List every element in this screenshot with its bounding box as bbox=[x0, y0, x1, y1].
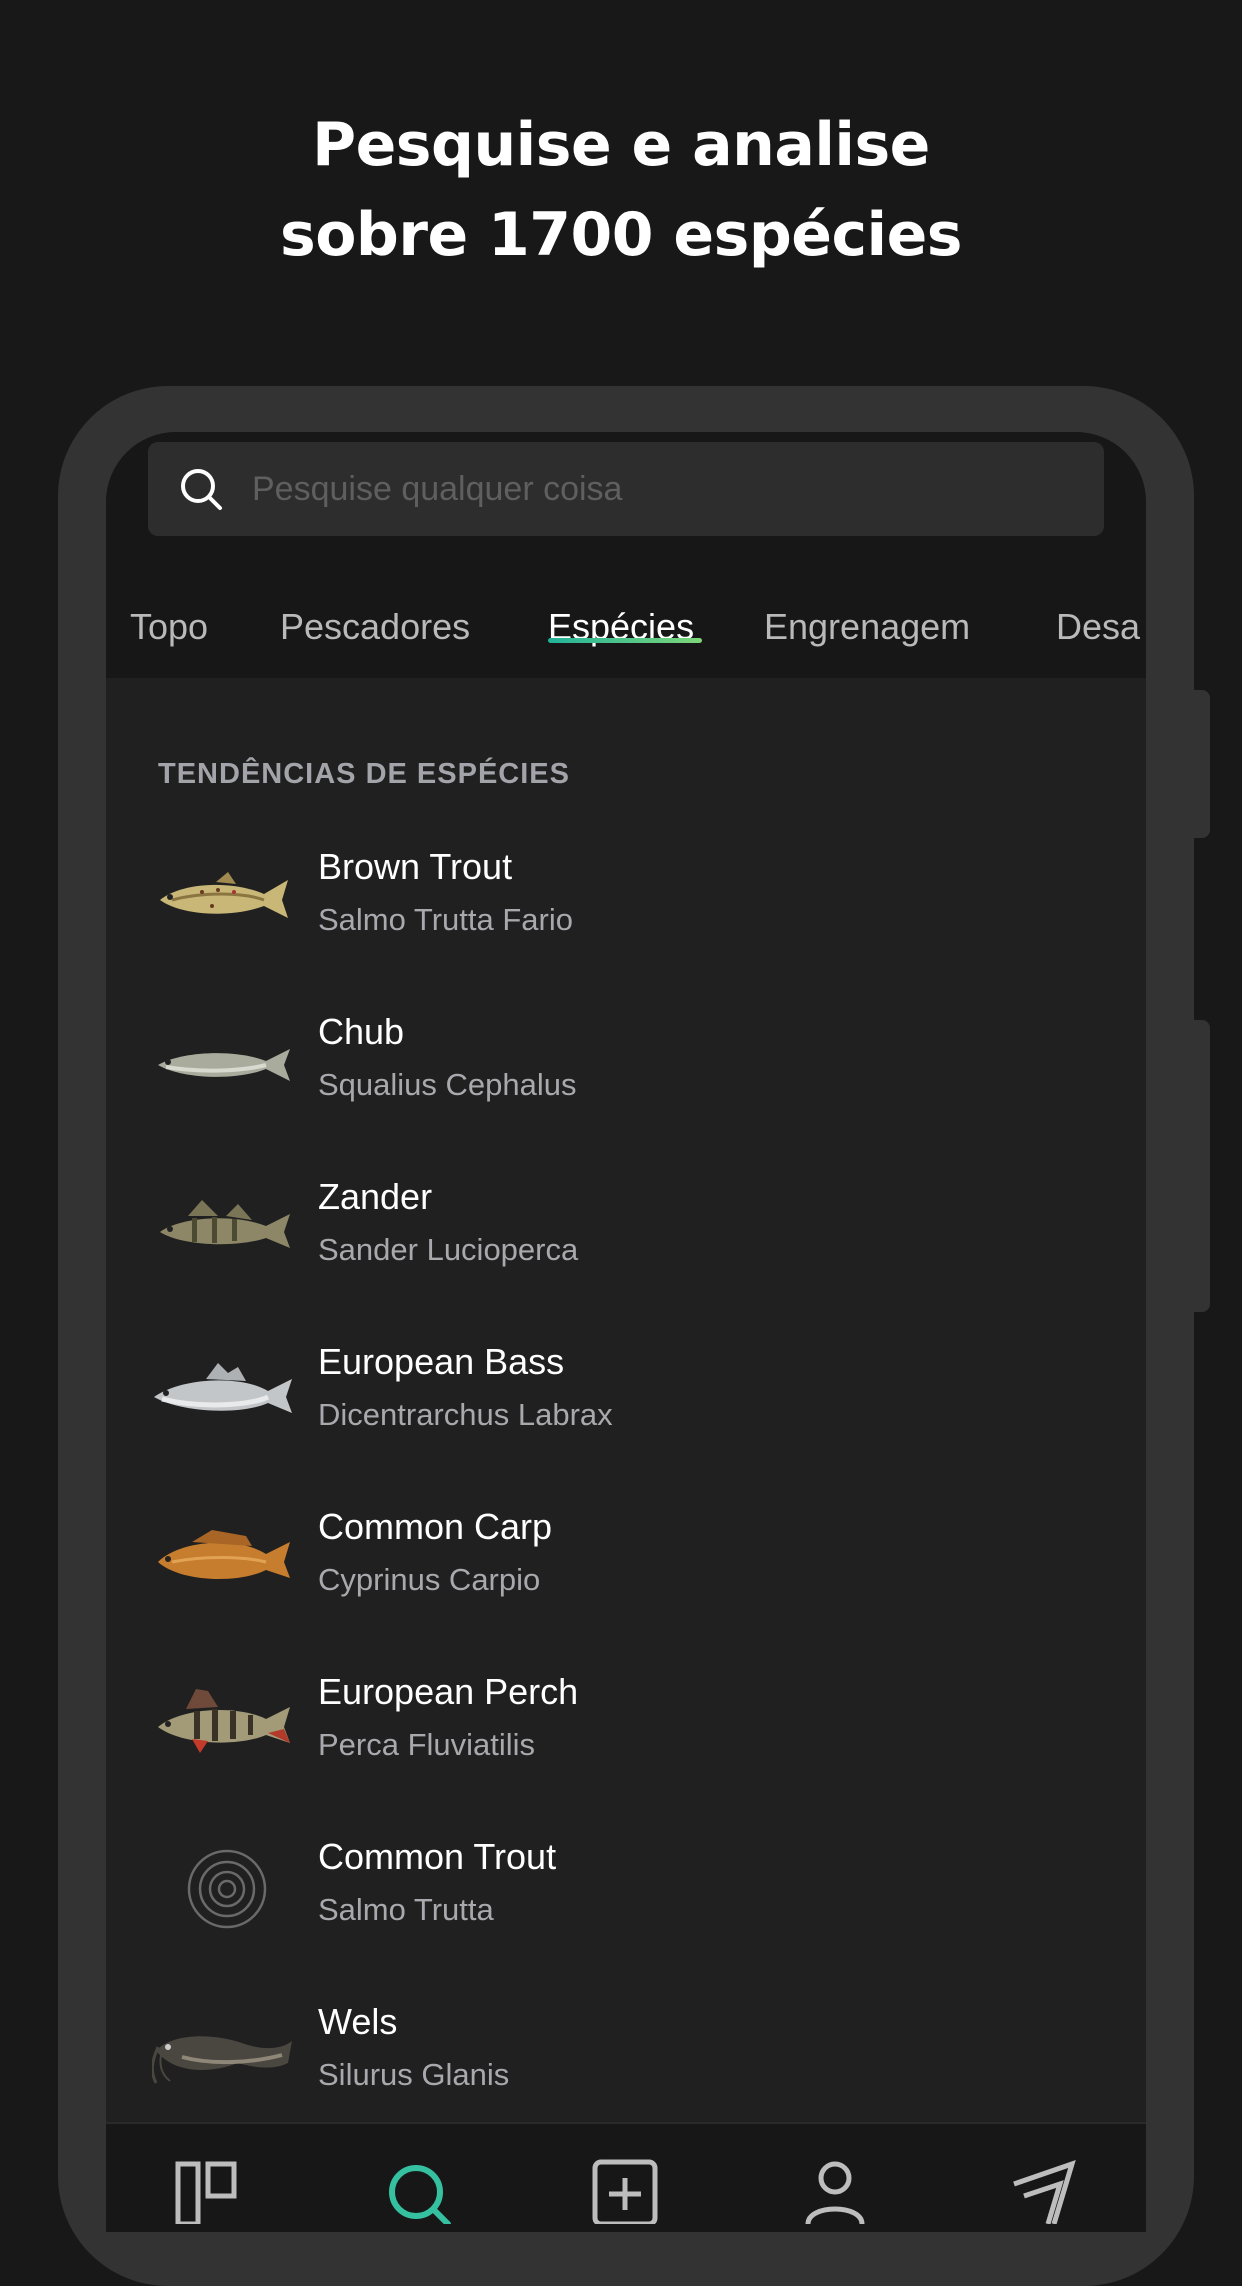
european-bass-image bbox=[154, 1363, 292, 1413]
species-scientific-name: Silurus Glanis bbox=[318, 2057, 510, 2092]
species-name: Chub bbox=[318, 1011, 405, 1052]
tab-topo[interactable]: Topo bbox=[130, 572, 208, 678]
tab-pescadores[interactable]: Pescadores bbox=[280, 572, 470, 678]
headline-line-2: sobre 1700 espécies bbox=[279, 200, 963, 270]
species-list: Brown Trout Salmo Trutta Fario Chub Squa… bbox=[106, 832, 1146, 2152]
species-name: Wels bbox=[318, 2001, 398, 2042]
species-name: European Perch bbox=[318, 1671, 579, 1712]
species-scientific-name: Cyprinus Carpio bbox=[318, 1562, 541, 1597]
species-row[interactable]: Common Trout Salmo Trutta bbox=[106, 1822, 1146, 1987]
species-row[interactable]: Common Carp Cyprinus Carpio bbox=[106, 1492, 1146, 1657]
tab-especies[interactable]: Espécies bbox=[548, 572, 694, 678]
feed-icon[interactable] bbox=[174, 2154, 244, 2224]
chub-image bbox=[158, 1049, 290, 1081]
phone-side-button bbox=[1192, 690, 1210, 838]
species-scientific-name: Salmo Trutta Fario bbox=[318, 902, 573, 937]
placeholder-rings-icon bbox=[187, 1849, 267, 1929]
species-name: European Bass bbox=[318, 1341, 565, 1382]
wels-image bbox=[152, 2036, 292, 2084]
bottom-navigation bbox=[106, 2122, 1146, 2232]
category-tabs: Topo Pescadores Espécies Engrenagem Desa bbox=[106, 572, 1146, 678]
species-row[interactable]: European Perch Perca Fluviatilis bbox=[106, 1657, 1146, 1822]
species-scientific-name: Dicentrarchus Labrax bbox=[318, 1397, 613, 1432]
species-scientific-name: Sander Lucioperca bbox=[318, 1232, 579, 1267]
top-bar: Topo Pescadores Espécies Engrenagem Desa bbox=[106, 432, 1146, 678]
app-screen: Topo Pescadores Espécies Engrenagem Desa… bbox=[106, 432, 1146, 2232]
brown-trout-image bbox=[160, 872, 288, 918]
add-catch-icon[interactable] bbox=[591, 2154, 661, 2224]
species-name: Common Carp bbox=[318, 1506, 553, 1547]
tab-engrenagem[interactable]: Engrenagem bbox=[764, 572, 970, 678]
phone-side-button bbox=[1192, 1020, 1210, 1312]
search-bar[interactable] bbox=[148, 442, 1104, 536]
species-name: Zander bbox=[318, 1176, 433, 1217]
species-row[interactable]: Zander Sander Lucioperca bbox=[106, 1162, 1146, 1327]
species-row[interactable]: European Bass Dicentrarchus Labrax bbox=[106, 1327, 1146, 1492]
tab-desa[interactable]: Desa bbox=[1056, 572, 1140, 678]
map-icon[interactable] bbox=[1010, 2154, 1080, 2224]
active-tab-indicator bbox=[548, 638, 702, 643]
search-input[interactable] bbox=[252, 442, 1072, 536]
headline-line-1: Pesquise e analise bbox=[312, 110, 930, 180]
species-name: Brown Trout bbox=[318, 846, 513, 887]
promo-headline: Pesquise e analise sobre 1700 espécies bbox=[0, 100, 1242, 280]
section-title: TENDÊNCIAS DE ESPÉCIES bbox=[158, 758, 570, 790]
search-icon[interactable] bbox=[384, 2154, 454, 2224]
species-scientific-name: Squalius Cephalus bbox=[318, 1067, 577, 1102]
search-icon bbox=[181, 469, 222, 510]
species-name: Common Trout bbox=[318, 1836, 557, 1877]
species-scientific-name: Salmo Trutta bbox=[318, 1892, 494, 1927]
zander-image bbox=[160, 1200, 290, 1248]
european-perch-image bbox=[158, 1689, 290, 1753]
species-row[interactable]: Chub Squalius Cephalus bbox=[106, 997, 1146, 1162]
species-scientific-name: Perca Fluviatilis bbox=[318, 1727, 536, 1762]
common-carp-image bbox=[158, 1530, 290, 1580]
profile-icon[interactable] bbox=[800, 2154, 870, 2224]
species-row[interactable]: Brown Trout Salmo Trutta Fario bbox=[106, 832, 1146, 997]
